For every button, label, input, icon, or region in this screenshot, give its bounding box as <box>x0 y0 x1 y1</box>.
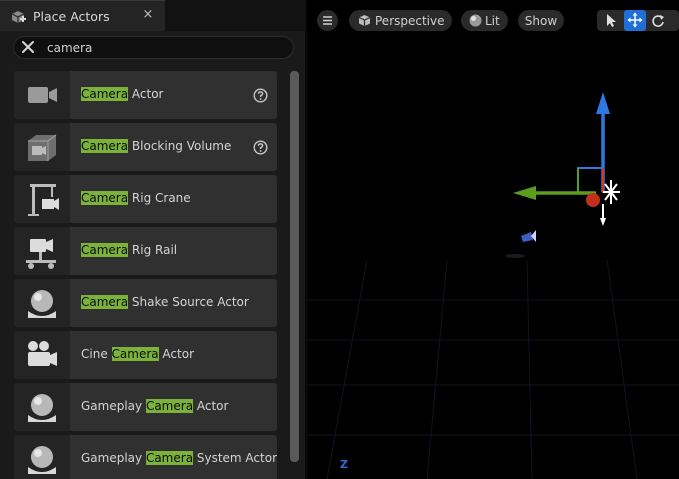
search-match-highlight: Camera <box>81 191 129 205</box>
gizmo-y-arrow <box>513 186 536 200</box>
search-box <box>13 36 294 59</box>
search-match-highlight: Camera <box>81 87 129 101</box>
tab-title: Place Actors <box>33 9 110 24</box>
tab-strip <box>165 0 305 31</box>
actor-label: Cine Camera Actor <box>81 347 194 361</box>
actor-list-item[interactable]: Cine Camera Actor <box>14 331 277 379</box>
cine-camera-icon <box>28 341 57 366</box>
selected-actor-sprite <box>602 180 620 222</box>
search-match-highlight: Camera <box>81 295 129 309</box>
actor-list-item[interactable]: Gameplay Camera Actor <box>14 383 277 431</box>
actor-list-item[interactable]: Camera Actor <box>14 71 277 119</box>
transform-gizmo[interactable] <box>307 0 679 479</box>
actor-label: Gameplay Camera System Actor <box>81 451 277 465</box>
search-match-highlight: Camera <box>111 347 159 361</box>
gizmo-x-handle <box>586 193 600 207</box>
tab-place-actors[interactable]: Place Actors × <box>0 0 165 31</box>
actor-list-item[interactable]: Camera Shake Source Actor <box>14 279 277 327</box>
actor-thumbnail <box>14 383 70 431</box>
search-input[interactable] <box>47 38 287 57</box>
actor-label: Camera Actor <box>81 87 164 101</box>
help-icon[interactable] <box>253 88 268 103</box>
camera-icon <box>28 87 57 103</box>
scrollbar-thumb[interactable] <box>290 71 299 462</box>
camera-rig-rail-icon <box>26 239 56 269</box>
clear-search-icon[interactable] <box>21 40 35 54</box>
actor-list-item[interactable]: Camera Rig Rail <box>14 227 277 275</box>
actor-list-item[interactable]: Gameplay Camera System Actor <box>14 435 277 479</box>
actor-thumbnail <box>14 279 70 327</box>
actor-label: Camera Rig Rail <box>81 243 178 257</box>
actor-list-item[interactable]: Camera Rig Crane <box>14 175 277 223</box>
close-tab-button[interactable]: × <box>141 7 155 23</box>
list-scrollbar[interactable] <box>290 71 299 462</box>
actor-label: Camera Shake Source Actor <box>81 295 249 309</box>
actor-thumbnail <box>14 175 70 223</box>
actor-label: Camera Blocking Volume <box>81 139 232 153</box>
actor-thumbnail <box>14 331 70 379</box>
actor-label: Gameplay Camera Actor <box>81 399 229 413</box>
actor-thumbnail <box>14 71 70 119</box>
sphere-actor-icon <box>28 290 56 318</box>
sphere-actor-icon <box>28 446 56 474</box>
search-match-highlight: Camera <box>145 399 194 413</box>
actor-thumbnail <box>14 123 70 171</box>
actor-thumbnail <box>14 435 70 479</box>
camera-blocking-volume-icon <box>28 134 57 161</box>
scene-camera-sprite <box>505 230 536 258</box>
actor-thumbnail <box>14 227 70 275</box>
place-actors-icon <box>11 11 26 23</box>
axis-indicator-z: Z <box>340 458 348 471</box>
place-actors-panel: Place Actors × Camera Actor Camera Blocki… <box>0 0 305 479</box>
search-match-highlight: Camera <box>81 139 129 153</box>
help-icon[interactable] <box>253 140 268 155</box>
level-viewport[interactable]: Perspective Lit Show Z <box>307 0 679 479</box>
gizmo-z-arrow <box>596 92 610 114</box>
search-match-highlight: Camera <box>145 451 194 465</box>
actor-list-item[interactable]: Camera Blocking Volume <box>14 123 277 171</box>
search-match-highlight: Camera <box>81 243 129 257</box>
camera-rig-crane-icon <box>28 184 59 216</box>
sphere-actor-icon <box>28 394 56 422</box>
actor-label: Camera Rig Crane <box>81 191 191 205</box>
